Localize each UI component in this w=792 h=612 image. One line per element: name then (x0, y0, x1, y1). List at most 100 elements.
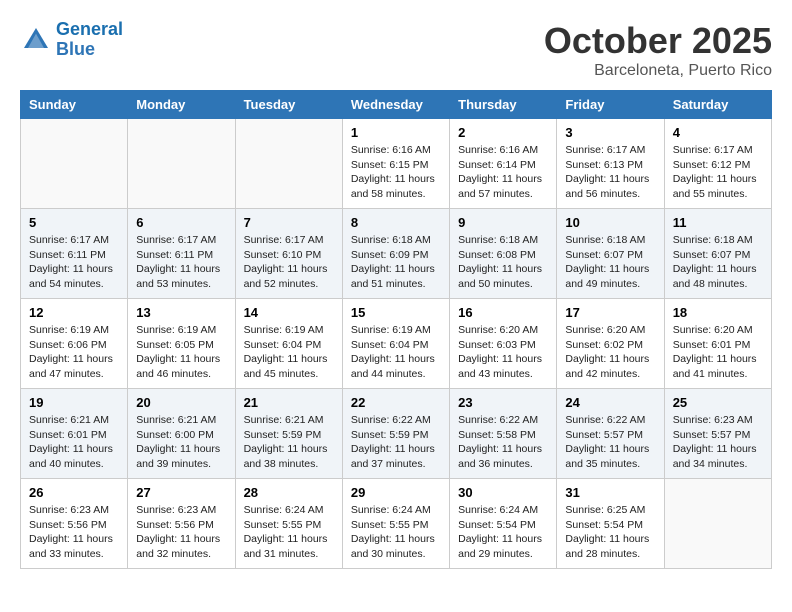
day-info: Sunrise: 6:21 AMSunset: 5:59 PMDaylight:… (244, 413, 334, 472)
day-number: 7 (244, 215, 334, 230)
day-info: Sunrise: 6:24 AMSunset: 5:55 PMDaylight:… (351, 503, 441, 562)
calendar-cell: 23 Sunrise: 6:22 AMSunset: 5:58 PMDayligh… (450, 389, 557, 479)
calendar-cell: 8 Sunrise: 6:18 AMSunset: 6:09 PMDaylight… (342, 209, 449, 299)
calendar-week-row: 26 Sunrise: 6:23 AMSunset: 5:56 PMDayligh… (21, 479, 772, 569)
day-number: 10 (565, 215, 655, 230)
calendar-week-row: 1Sunrise: 6:16 AMSunset: 6:15 PMDaylight… (21, 119, 772, 209)
day-info: Sunrise: 6:24 AMSunset: 5:55 PMDaylight:… (244, 503, 334, 562)
day-number: 3 (565, 125, 655, 140)
day-info: Sunrise: 6:19 AMSunset: 6:04 PMDaylight:… (351, 323, 441, 382)
day-number: 25 (673, 395, 763, 410)
calendar-cell: 9 Sunrise: 6:18 AMSunset: 6:08 PMDaylight… (450, 209, 557, 299)
day-number: 6 (136, 215, 226, 230)
day-info: Sunrise: 6:22 AMSunset: 5:58 PMDaylight:… (458, 413, 548, 472)
day-header-sunday: Sunday (21, 91, 128, 119)
day-number: 19 (29, 395, 119, 410)
day-number: 8 (351, 215, 441, 230)
day-info: Sunrise: 6:24 AMSunset: 5:54 PMDaylight:… (458, 503, 548, 562)
calendar-cell: 11 Sunrise: 6:18 AMSunset: 6:07 PMDayligh… (664, 209, 771, 299)
calendar-cell: 28Sunrise: 6:24 AMSunset: 5:55 PMDayligh… (235, 479, 342, 569)
calendar-cell: 27Sunrise: 6:23 AMSunset: 5:56 PMDayligh… (128, 479, 235, 569)
calendar-cell: 31 Sunrise: 6:25 AMSunset: 5:54 PMDayligh… (557, 479, 664, 569)
calendar-cell: 25Sunrise: 6:23 AMSunset: 5:57 PMDayligh… (664, 389, 771, 479)
calendar-cell: 30 Sunrise: 6:24 AMSunset: 5:54 PMDayligh… (450, 479, 557, 569)
day-info: Sunrise: 6:19 AMSunset: 6:06 PMDaylight:… (29, 323, 119, 382)
calendar-week-row: 12 Sunrise: 6:19 AMSunset: 6:06 PMDayligh… (21, 299, 772, 389)
calendar-cell: 2Sunrise: 6:16 AMSunset: 6:14 PMDaylight… (450, 119, 557, 209)
calendar-cell: 7 Sunrise: 6:17 AMSunset: 6:10 PMDaylight… (235, 209, 342, 299)
day-number: 16 (458, 305, 548, 320)
day-number: 27 (136, 485, 226, 500)
day-info: Sunrise: 6:17 AMSunset: 6:11 PMDaylight:… (29, 233, 119, 292)
day-info: Sunrise: 6:22 AMSunset: 5:59 PMDaylight:… (351, 413, 441, 472)
logo-line1: General (56, 19, 123, 39)
day-info: Sunrise: 6:23 AMSunset: 5:56 PMDaylight:… (29, 503, 119, 562)
calendar-cell: 26 Sunrise: 6:23 AMSunset: 5:56 PMDayligh… (21, 479, 128, 569)
day-number: 30 (458, 485, 548, 500)
day-info: Sunrise: 6:17 AMSunset: 6:10 PMDaylight:… (244, 233, 334, 292)
page-header: General Blue October 2025 Barceloneta, P… (20, 20, 772, 80)
day-info: Sunrise: 6:17 AMSunset: 6:11 PMDaylight:… (136, 233, 226, 292)
location-subtitle: Barceloneta, Puerto Rico (544, 62, 772, 80)
day-info: Sunrise: 6:18 AMSunset: 6:07 PMDaylight:… (673, 233, 763, 292)
day-info: Sunrise: 6:21 AMSunset: 6:01 PMDaylight:… (29, 413, 119, 472)
calendar-cell: 21 Sunrise: 6:21 AMSunset: 5:59 PMDayligh… (235, 389, 342, 479)
day-number: 18 (673, 305, 763, 320)
calendar-cell: 20Sunrise: 6:21 AMSunset: 6:00 PMDayligh… (128, 389, 235, 479)
day-number: 14 (244, 305, 334, 320)
calendar-week-row: 19 Sunrise: 6:21 AMSunset: 6:01 PMDayligh… (21, 389, 772, 479)
day-header-thursday: Thursday (450, 91, 557, 119)
day-info: Sunrise: 6:25 AMSunset: 5:54 PMDaylight:… (565, 503, 655, 562)
logo: General Blue (20, 20, 123, 60)
day-header-monday: Monday (128, 91, 235, 119)
day-number: 9 (458, 215, 548, 230)
day-number: 17 (565, 305, 655, 320)
calendar-cell (664, 479, 771, 569)
day-number: 13 (136, 305, 226, 320)
calendar-cell: 22Sunrise: 6:22 AMSunset: 5:59 PMDayligh… (342, 389, 449, 479)
day-info: Sunrise: 6:18 AMSunset: 6:09 PMDaylight:… (351, 233, 441, 292)
day-header-friday: Friday (557, 91, 664, 119)
day-info: Sunrise: 6:20 AMSunset: 6:01 PMDaylight:… (673, 323, 763, 382)
day-header-wednesday: Wednesday (342, 91, 449, 119)
calendar-cell: 6 Sunrise: 6:17 AMSunset: 6:11 PMDaylight… (128, 209, 235, 299)
day-number: 21 (244, 395, 334, 410)
day-info: Sunrise: 6:20 AMSunset: 6:03 PMDaylight:… (458, 323, 548, 382)
logo-text: General Blue (56, 20, 123, 60)
day-number: 15 (351, 305, 441, 320)
calendar-table: SundayMondayTuesdayWednesdayThursdayFrid… (20, 90, 772, 569)
day-number: 29 (351, 485, 441, 500)
calendar-header-row: SundayMondayTuesdayWednesdayThursdayFrid… (21, 91, 772, 119)
calendar-cell (21, 119, 128, 209)
calendar-cell (128, 119, 235, 209)
day-info: Sunrise: 6:17 AMSunset: 6:12 PMDaylight:… (673, 143, 763, 202)
day-info: Sunrise: 6:18 AMSunset: 6:08 PMDaylight:… (458, 233, 548, 292)
day-info: Sunrise: 6:19 AMSunset: 6:05 PMDaylight:… (136, 323, 226, 382)
calendar-cell: 10 Sunrise: 6:18 AMSunset: 6:07 PMDayligh… (557, 209, 664, 299)
logo-line2: Blue (56, 39, 95, 59)
day-number: 11 (673, 215, 763, 230)
day-number: 5 (29, 215, 119, 230)
day-number: 12 (29, 305, 119, 320)
title-area: October 2025 Barceloneta, Puerto Rico (544, 20, 772, 80)
day-number: 26 (29, 485, 119, 500)
day-info: Sunrise: 6:20 AMSunset: 6:02 PMDaylight:… (565, 323, 655, 382)
calendar-cell (235, 119, 342, 209)
day-number: 4 (673, 125, 763, 140)
calendar-cell: 19 Sunrise: 6:21 AMSunset: 6:01 PMDayligh… (21, 389, 128, 479)
logo-icon (20, 24, 52, 56)
day-number: 24 (565, 395, 655, 410)
calendar-cell: 5 Sunrise: 6:17 AMSunset: 6:11 PMDaylight… (21, 209, 128, 299)
calendar-cell: 3Sunrise: 6:17 AMSunset: 6:13 PMDaylight… (557, 119, 664, 209)
calendar-cell: 18 Sunrise: 6:20 AMSunset: 6:01 PMDayligh… (664, 299, 771, 389)
day-number: 31 (565, 485, 655, 500)
day-info: Sunrise: 6:18 AMSunset: 6:07 PMDaylight:… (565, 233, 655, 292)
day-info: Sunrise: 6:16 AMSunset: 6:15 PMDaylight:… (351, 143, 441, 202)
calendar-cell: 29 Sunrise: 6:24 AMSunset: 5:55 PMDayligh… (342, 479, 449, 569)
day-number: 2 (458, 125, 548, 140)
day-info: Sunrise: 6:21 AMSunset: 6:00 PMDaylight:… (136, 413, 226, 472)
calendar-cell: 1Sunrise: 6:16 AMSunset: 6:15 PMDaylight… (342, 119, 449, 209)
calendar-cell: 13 Sunrise: 6:19 AMSunset: 6:05 PMDayligh… (128, 299, 235, 389)
day-number: 23 (458, 395, 548, 410)
calendar-cell: 17 Sunrise: 6:20 AMSunset: 6:02 PMDayligh… (557, 299, 664, 389)
